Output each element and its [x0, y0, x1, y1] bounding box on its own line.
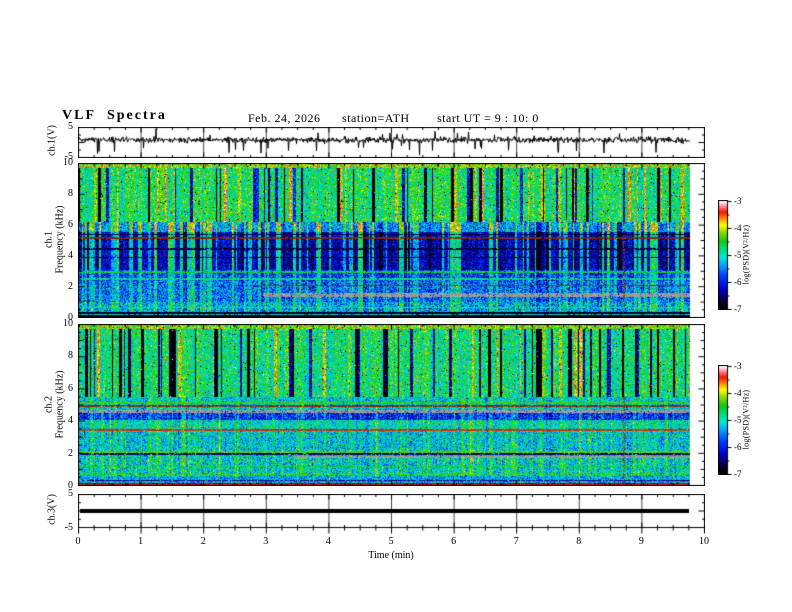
colorbar-2-tick-label: -3 — [734, 361, 742, 371]
spec1-y-tick-label: 2 — [68, 281, 73, 292]
ch1-volt-tick-label: 5 — [68, 121, 73, 132]
spec2-y-tick-label: 2 — [68, 447, 73, 459]
colorbar-1-tick-label: -5 — [734, 250, 742, 260]
x-tick-label: 0 — [75, 536, 81, 547]
spec2-y-tick-label: 4 — [68, 415, 73, 427]
ch1-waveform-canvas — [78, 127, 705, 158]
colorbar-2-tick-label: -7 — [734, 469, 742, 479]
start-ut-label: start UT = 9 : 10: 0 — [437, 111, 539, 125]
colorbar-2-title: log(PSD)(V²/Hz) — [741, 389, 751, 450]
x-tick-label: 9 — [638, 536, 644, 547]
x-tick-label: 4 — [325, 536, 331, 547]
x-tick-label: 5 — [388, 536, 394, 547]
colorbar-2-tick-label: -6 — [734, 442, 742, 452]
x-tick-label: 3 — [263, 536, 269, 547]
x-tick-label: 1 — [138, 536, 144, 547]
ch3-volt-tick-label: -5 — [64, 522, 73, 533]
colorbar-1-tick-label: -7 — [734, 304, 742, 314]
spec1-y-tick-label: 4 — [68, 250, 73, 261]
x-tick-label: 6 — [451, 536, 457, 547]
colorbar-1-tick-label: -6 — [734, 277, 742, 287]
spec2-y-tick-label: 6 — [68, 382, 73, 394]
colorbar-2 — [718, 365, 732, 475]
vlf-spectra-figure: VLF Spectra Feb. 24, 2026 station=ATH st… — [0, 0, 792, 612]
date-label: Feb. 24, 2026 — [248, 111, 321, 125]
colorbar-1-tick-label: -3 — [734, 196, 742, 206]
ch3-volt-axis-title: ch.3(V) — [46, 494, 58, 525]
ch3-waveform-canvas — [78, 494, 705, 535]
x-tick-label: 8 — [576, 536, 582, 547]
colorbar-2-tick-label: -5 — [734, 415, 742, 425]
spec1-y-tick-label: 6 — [68, 219, 73, 230]
colorbar-2-tick-label: -4 — [734, 388, 742, 398]
page-title: VLF Spectra — [62, 108, 167, 123]
station-label: station=ATH — [342, 111, 410, 125]
spec1-y-tick-label: 8 — [68, 188, 73, 199]
colorbar-1-tick-label: -4 — [734, 223, 742, 233]
x-tick-label: 10 — [699, 536, 709, 547]
ch3-volt-tick-label: 5 — [68, 488, 73, 499]
x-tick-label: 7 — [513, 536, 519, 547]
spec2-y-tick-label: 8 — [68, 350, 73, 362]
x-tick-label: 2 — [200, 536, 206, 547]
ch2-spectrogram-canvas — [78, 324, 705, 486]
ch1-volt-tick-label: -5 — [64, 151, 73, 162]
ch1-spectrogram-canvas — [78, 163, 705, 318]
x-axis-title: Time (min) — [368, 550, 414, 561]
spec1-y-tick-label: 0 — [68, 312, 73, 323]
colorbar-1 — [718, 200, 732, 310]
